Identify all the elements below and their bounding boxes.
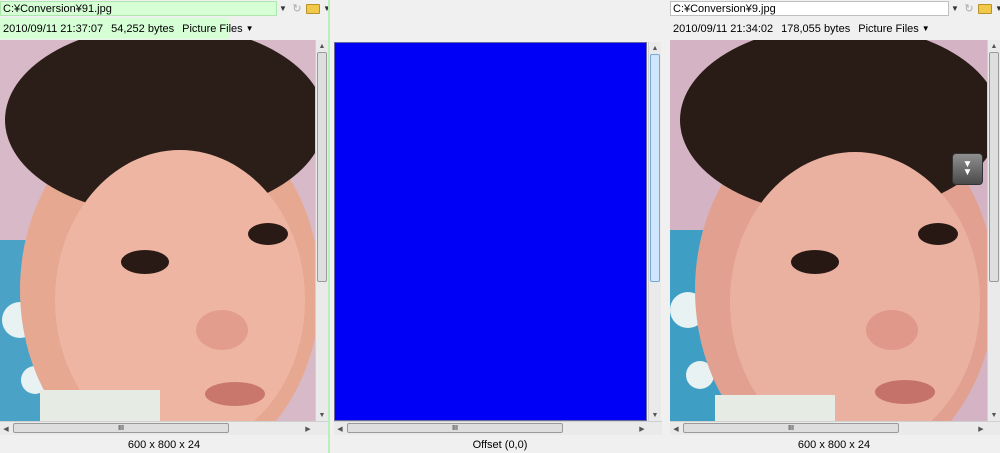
scroll-left-icon[interactable]: ◀ bbox=[0, 422, 12, 435]
difference-image[interactable] bbox=[334, 42, 647, 421]
chevron-down-icon[interactable]: ▼ bbox=[949, 1, 961, 16]
right-path-input[interactable]: C:¥Conversion¥9.jpg bbox=[670, 1, 949, 16]
left-path-bar: C:¥Conversion¥91.jpg ▼ ↻ ▼ bbox=[0, 0, 328, 17]
scroll-thumb[interactable]: III bbox=[683, 423, 899, 433]
scroll-thumb[interactable] bbox=[989, 52, 999, 282]
scroll-grip: III bbox=[788, 424, 794, 432]
scroll-down-icon[interactable]: ▼ bbox=[649, 409, 661, 421]
offset-status: Offset (0,0) bbox=[472, 438, 528, 451]
file-type-dropdown[interactable]: Picture Files ▼ bbox=[858, 23, 929, 35]
baby-photo bbox=[0, 40, 315, 421]
right-horizontal-scrollbar[interactable]: ◀ III ▶ bbox=[670, 421, 1000, 435]
right-status: 600 x 800 x 24 bbox=[797, 438, 871, 451]
baby-photo bbox=[670, 40, 987, 421]
scroll-right-icon[interactable]: ▶ bbox=[636, 422, 648, 435]
scroll-grip: III bbox=[452, 424, 458, 432]
chevron-down-icon: ▼ bbox=[962, 167, 973, 178]
right-image[interactable]: ▼ ▼ bbox=[670, 40, 987, 421]
file-type-label: Picture Files bbox=[858, 22, 919, 35]
scroll-right-icon[interactable]: ▶ bbox=[302, 422, 314, 435]
file-size: 178,055 bytes bbox=[781, 22, 851, 35]
folder-open-icon[interactable] bbox=[305, 1, 321, 16]
right-vertical-scrollbar[interactable]: ▲ ▼ bbox=[987, 40, 1000, 421]
scroll-right-icon[interactable]: ▶ bbox=[975, 422, 987, 435]
diff-horizontal-scrollbar[interactable]: ◀ III ▶ bbox=[334, 421, 662, 435]
scroll-up-icon[interactable]: ▲ bbox=[316, 40, 328, 52]
scroll-up-icon[interactable]: ▲ bbox=[988, 40, 1000, 52]
scroll-grip: III bbox=[118, 424, 124, 432]
double-chevron-down-icon[interactable]: ▼ ▼ bbox=[952, 153, 983, 185]
left-file-info: 2010/09/11 21:37:07 54,252 bytes Picture… bbox=[0, 18, 254, 39]
scroll-left-icon[interactable]: ◀ bbox=[334, 422, 346, 435]
file-type-label: Picture Files bbox=[182, 22, 243, 35]
right-file-info: 2010/09/11 21:34:02 178,055 bytes Pictur… bbox=[670, 18, 930, 39]
scroll-left-icon[interactable]: ◀ bbox=[670, 422, 682, 435]
file-size: 54,252 bytes bbox=[111, 22, 175, 35]
right-image-pane: C:¥Conversion¥9.jpg ▼ ↻ ▼ 2010/09/11 21:… bbox=[668, 0, 1000, 453]
scroll-thumb[interactable] bbox=[650, 54, 660, 282]
diff-vertical-scrollbar[interactable]: ▲ ▼ bbox=[648, 42, 661, 421]
folder-open-icon[interactable] bbox=[977, 1, 993, 16]
left-status: 600 x 800 x 24 bbox=[127, 438, 201, 451]
left-horizontal-scrollbar[interactable]: ◀ III ▶ bbox=[0, 421, 328, 435]
left-image-pane: C:¥Conversion¥91.jpg ▼ ↻ ▼ 2010/09/11 21… bbox=[0, 0, 330, 453]
chevron-down-icon[interactable]: ▼ bbox=[993, 1, 1000, 16]
chevron-down-icon: ▼ bbox=[245, 24, 254, 33]
left-image[interactable] bbox=[0, 40, 315, 421]
scroll-thumb[interactable] bbox=[317, 52, 327, 282]
chevron-down-icon[interactable]: ▼ bbox=[321, 1, 328, 16]
difference-pane: ▲ ▼ ◀ III ▶ Offset (0,0) bbox=[332, 0, 668, 453]
file-date: 2010/09/11 21:34:02 bbox=[673, 22, 774, 35]
file-type-dropdown[interactable]: Picture Files ▼ bbox=[182, 23, 253, 35]
scroll-down-icon[interactable]: ▼ bbox=[316, 409, 328, 421]
refresh-icon[interactable]: ↻ bbox=[289, 1, 305, 16]
scroll-thumb[interactable]: III bbox=[13, 423, 229, 433]
right-path-bar: C:¥Conversion¥9.jpg ▼ ↻ ▼ bbox=[670, 0, 1000, 17]
scroll-down-icon[interactable]: ▼ bbox=[988, 409, 1000, 421]
chevron-down-icon: ▼ bbox=[921, 24, 930, 33]
scroll-thumb[interactable]: III bbox=[347, 423, 563, 433]
scroll-up-icon[interactable]: ▲ bbox=[649, 42, 661, 54]
left-path-input[interactable]: C:¥Conversion¥91.jpg bbox=[0, 1, 277, 16]
chevron-down-icon[interactable]: ▼ bbox=[277, 1, 289, 16]
refresh-icon[interactable]: ↻ bbox=[961, 1, 977, 16]
file-date: 2010/09/11 21:37:07 bbox=[3, 22, 104, 35]
left-vertical-scrollbar[interactable]: ▲ ▼ bbox=[315, 40, 328, 421]
